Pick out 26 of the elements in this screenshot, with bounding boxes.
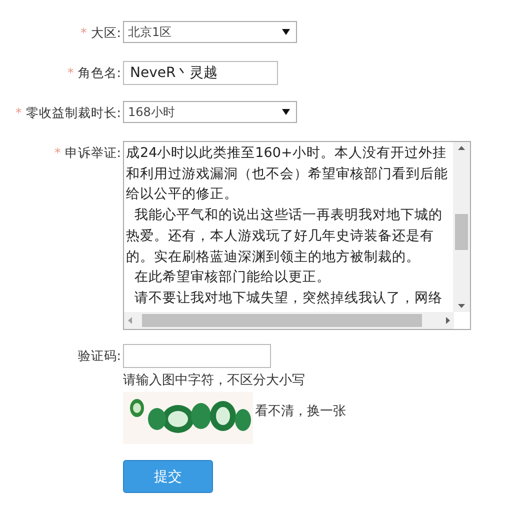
field-label: 申诉举证: [64,144,121,162]
field-label: 零收益制裁时长: [26,104,121,122]
refresh-link[interactable]: 看不清，换一张 [255,402,346,420]
input-field[interactable] [123,344,271,368]
text-line: 的。实在刷格蓝迪深渊到领主的地方被制裁的。 [126,248,421,267]
required-mark: * [68,64,74,82]
input-field[interactable]: NeveR丶灵越 [123,61,278,85]
field-label: 大区: [90,24,121,42]
required-mark: * [54,144,61,162]
text-line: 给以公平的修正。 [126,185,239,204]
text-line: 和利用过游戏漏洞（也不会）希望审核部门看到后能 [126,164,449,184]
dropdown-arrow-icon [282,109,290,115]
dropdown[interactable]: 168小时 [123,101,297,123]
field-label: 验证码: [78,347,121,365]
field-label: 角色名: [78,64,121,82]
text-line: 我能心平气和的说出这些话一再表明我对地下城的 [134,206,444,226]
required-mark: * [16,104,22,122]
text-line: 成24小时以此类推至160+小时。本人没有开过外挂 [126,144,448,163]
text-line: 在此希望审核部门能给以更正。 [134,268,332,288]
required-mark: * [80,24,87,42]
dropdown-arrow-icon [282,29,290,35]
dropdown[interactable]: 北京1区 [123,21,297,43]
hint-text: 请输入图中字符，不区分大小写 [123,372,305,390]
text-line: 热爱。还有，本人游戏玩了好几年史诗装备还是有 [126,226,435,246]
text-line: 请不要让我对地下城失望，突然掉线我认了，网络 [134,288,444,308]
text-area[interactable]: 成24小时以此类推至160+小时。本人没有开过外挂 和利用过游戏漏洞（也不会）希望审核部门看到后能 给以公平的修正。 我能心平气和的说出这些话一再表明我对地下城的 热爱。还有，本人游戏玩了好几年史诗装备还是有 的。实在刷格蓝迪深渊到领主的地方被制裁的。 在此希望审核部门能给以更正。 请不要让我对地下城失望，突然掉线我认了，网络 [123,141,471,330]
